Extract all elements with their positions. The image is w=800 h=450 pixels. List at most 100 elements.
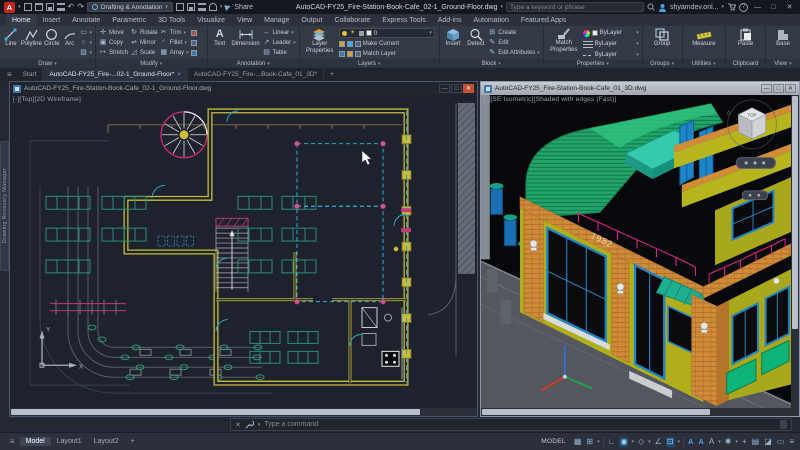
window-close-button[interactable]: ✕ [463, 84, 474, 93]
command-scroll-icon[interactable] [780, 420, 787, 429]
search-input[interactable] [506, 2, 644, 12]
panel-modify-footer[interactable]: Modify▾ [96, 59, 207, 68]
horizontal-scrollbar[interactable] [10, 408, 477, 416]
app-minimize-button[interactable]: — [751, 2, 764, 13]
command-recent-caret-icon[interactable]: ▾ [258, 422, 261, 428]
edit-block-button[interactable]: ✎Edit [488, 38, 540, 47]
tab-manage[interactable]: Manage [258, 14, 295, 26]
lineweight-dropdown[interactable]: ByLayer ▾ [583, 39, 639, 49]
model-space-button[interactable]: MODEL [541, 438, 566, 445]
match-layer-button[interactable]: Match Layer [339, 49, 435, 58]
layout2-tab[interactable]: Layout2 [88, 437, 125, 446]
make-current-button[interactable]: Make Current [339, 39, 435, 48]
scroll-thumb[interactable] [482, 409, 710, 415]
scroll-thumb[interactable] [792, 96, 798, 329]
layout-menu-icon[interactable]: ≡ [5, 437, 20, 446]
help-icon[interactable]: ? [739, 3, 748, 12]
tab-annotate[interactable]: Annotate [66, 14, 106, 26]
base-button[interactable]: Base [771, 28, 795, 48]
model-tab[interactable]: Model [20, 437, 51, 446]
3d-canvas[interactable]: 1982 [481, 95, 791, 408]
explode-button[interactable] [191, 38, 197, 47]
qat-caret-icon[interactable]: ▾ [220, 4, 223, 10]
group-button[interactable]: Group [650, 28, 674, 48]
annotation-monitor-icon[interactable]: + [741, 437, 748, 447]
window-minimize-button[interactable]: — [761, 84, 772, 93]
grid-icon[interactable]: ▦ [573, 437, 583, 447]
command-input[interactable] [264, 421, 776, 428]
circle-button[interactable]: Circle [44, 28, 60, 48]
command-close-icon[interactable]: ✕ [235, 421, 241, 429]
tab-automation[interactable]: Automation [467, 14, 514, 26]
scale-button[interactable]: ◿Scale [130, 48, 158, 57]
tab-3d-tools[interactable]: 3D Tools [152, 14, 191, 26]
2d-canvas[interactable]: X Y [-][Top][2D Wireframe] [10, 95, 477, 408]
layer-dropdown[interactable]: ☀ 0 ▾ [339, 28, 435, 38]
autoscale-icon[interactable]: A [697, 437, 704, 447]
osnap-caret-icon[interactable]: ▾ [678, 439, 681, 445]
plot-icon[interactable] [57, 3, 65, 11]
file-tab-3d[interactable]: AutoCAD-FY25_Fire-...Book-Cafe_01_3D* [188, 68, 324, 81]
panel-utilities-footer[interactable]: Utilities▾ [683, 59, 726, 68]
autocad-logo-icon[interactable]: A [4, 2, 15, 13]
window-titlebar[interactable]: AutoCAD-FY25_Fire-Station-Book-Cafe_01_3… [481, 82, 799, 95]
command-line[interactable]: ✕ ▾ [230, 418, 792, 431]
rotate-button[interactable]: ↻Rotate [130, 28, 158, 37]
object-color-dropdown[interactable]: ByLayer ▾ [583, 28, 639, 38]
customization-icon[interactable]: ≡ [788, 437, 795, 447]
window-maximize-button[interactable]: □ [773, 84, 784, 93]
annotation-scale-icon[interactable]: A [708, 437, 715, 447]
redo-icon[interactable]: ↷ [77, 3, 84, 11]
panel-annotation-footer[interactable]: Annotation▾ [208, 59, 299, 68]
copy-button[interactable]: ▣Copy [99, 38, 128, 47]
dimension-button[interactable]: Dimension [231, 28, 261, 48]
window-minimize-button[interactable]: — [439, 84, 450, 93]
workspace-dropdown[interactable]: Drafting & Annotation ▾ [87, 2, 173, 12]
vertical-scrollbar[interactable] [791, 95, 799, 408]
user-caret-icon[interactable]: ▾ [721, 4, 724, 10]
horizontal-scrollbar[interactable] [481, 408, 799, 416]
linetype-dropdown[interactable]: ByLayer ▾ [583, 50, 639, 60]
open-file-icon[interactable] [35, 3, 43, 11]
tab-collaborate[interactable]: Collaborate [328, 14, 376, 26]
save-to-web-icon[interactable] [187, 3, 195, 11]
tab-add-ins[interactable]: Add-ins [432, 14, 468, 26]
start-tab[interactable]: Start [17, 68, 44, 81]
fillet-button[interactable]: ◜Fillet▾ [160, 38, 189, 47]
user-avatar-icon[interactable] [658, 3, 667, 12]
cloud-icon[interactable] [209, 3, 217, 11]
app-close-button[interactable]: ✕ [783, 2, 796, 13]
text-button[interactable]: A Text [211, 28, 229, 48]
polar-caret-icon[interactable]: ▾ [631, 439, 634, 445]
window-maximize-button[interactable]: □ [451, 84, 462, 93]
window-close-button[interactable]: ✕ [785, 84, 796, 93]
osnap-tracking-icon[interactable]: ∠ [654, 437, 663, 447]
panel-block-footer[interactable]: Block▾ [440, 59, 543, 68]
rectangle-button[interactable]: ▭▾ [80, 28, 93, 37]
tab-home[interactable]: Home [6, 14, 37, 26]
line-button[interactable]: Line [3, 28, 19, 48]
ellipse-button[interactable]: ○▾ [80, 38, 93, 47]
open-from-web-icon[interactable] [176, 3, 184, 11]
app-menu-caret-icon[interactable]: ▾ [18, 4, 21, 10]
annotation-visibility-icon[interactable]: A [687, 437, 694, 447]
file-tab-menu-icon[interactable]: ≡ [2, 68, 17, 81]
mirror-button[interactable]: ⇌Mirror [130, 38, 158, 47]
drawing-recovery-palette-tab[interactable]: Drawing Recovery Manager [0, 141, 9, 271]
hatch-button[interactable]: ▨▾ [80, 48, 93, 57]
iso-drawing[interactable]: 1982 [481, 95, 791, 408]
tab-parametric[interactable]: Parametric [106, 14, 152, 26]
app-maximize-button[interactable]: □ [767, 2, 780, 13]
batch-plot-icon[interactable] [198, 3, 206, 11]
ortho-icon[interactable]: ∟ [607, 437, 617, 447]
save-icon[interactable] [46, 3, 54, 11]
table-button[interactable]: ▤Table [263, 48, 296, 57]
isodraft-icon[interactable]: ◇ [637, 437, 645, 447]
snap-caret-icon[interactable]: ▾ [597, 439, 600, 445]
paste-button[interactable]: Paste [734, 28, 758, 48]
title-caret-icon[interactable]: ▾ [500, 4, 503, 10]
username[interactable]: shyamdev.onl... [670, 4, 719, 11]
tab-visualize[interactable]: Visualize [191, 14, 231, 26]
tab-express-tools[interactable]: Express Tools [376, 14, 431, 26]
edit-attributes-button[interactable]: ✎Edit Attributes▾ [488, 48, 540, 57]
